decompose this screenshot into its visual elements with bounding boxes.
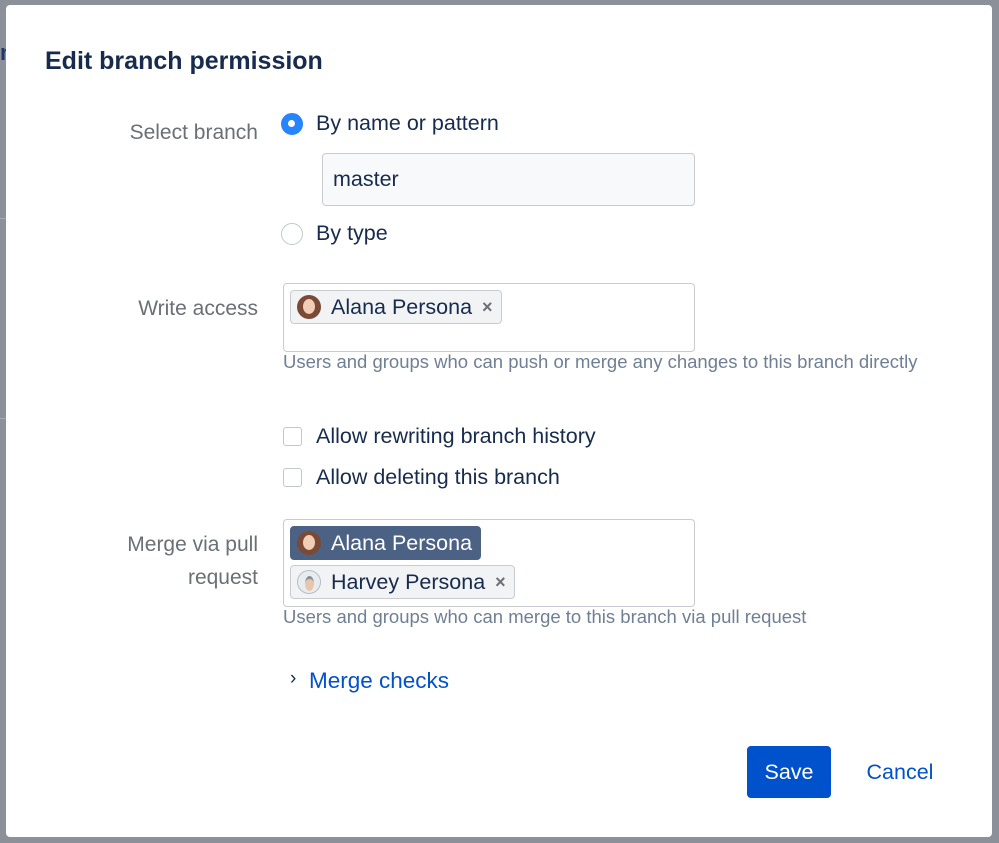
write-access-label: Write access bbox=[138, 297, 258, 320]
merge-via-pr-user-picker[interactable]: Alana Persona Harvey Persona × bbox=[283, 519, 695, 607]
allow-rewriting-label[interactable]: Allow rewriting branch history bbox=[316, 424, 596, 449]
edit-branch-permission-dialog: Edit branch permission Select branch By … bbox=[6, 5, 992, 837]
write-access-user-picker[interactable]: Alana Persona × bbox=[283, 283, 695, 352]
radio-by-name-or-pattern[interactable] bbox=[281, 113, 303, 135]
chevron-right-icon[interactable]: › bbox=[290, 668, 296, 690]
alana-avatar-icon bbox=[297, 295, 321, 319]
user-chip-name: Alana Persona bbox=[331, 530, 473, 555]
save-button[interactable]: Save bbox=[747, 746, 831, 798]
user-chip-harvey[interactable]: Harvey Persona × bbox=[290, 565, 515, 599]
user-chip-alana-selected[interactable]: Alana Persona bbox=[290, 526, 482, 560]
allow-deleting-checkbox[interactable] bbox=[283, 468, 302, 487]
radio-by-type-label[interactable]: By type bbox=[316, 221, 388, 246]
allow-deleting-label[interactable]: Allow deleting this branch bbox=[316, 465, 560, 490]
write-access-help-text: Users and groups who can push or merge a… bbox=[283, 351, 918, 372]
select-branch-label: Select branch bbox=[129, 121, 258, 144]
allow-rewriting-checkbox[interactable] bbox=[283, 427, 302, 446]
dialog-title: Edit branch permission bbox=[45, 47, 323, 75]
alana-avatar-icon bbox=[297, 531, 321, 555]
user-chip-name: Alana Persona bbox=[331, 294, 473, 319]
radio-by-type[interactable] bbox=[281, 223, 303, 245]
merge-checks-link[interactable]: Merge checks bbox=[309, 668, 449, 694]
branch-pattern-input[interactable] bbox=[322, 153, 695, 206]
remove-user-icon[interactable]: × bbox=[495, 572, 506, 593]
merge-via-pr-label: Merge via pull request bbox=[127, 533, 258, 589]
remove-user-icon[interactable]: × bbox=[482, 297, 493, 318]
cancel-button[interactable]: Cancel bbox=[849, 746, 951, 798]
merge-via-pr-help-text: Users and groups who can merge to this b… bbox=[283, 606, 807, 627]
harvey-avatar-icon bbox=[297, 570, 321, 594]
radio-by-name-or-pattern-label[interactable]: By name or pattern bbox=[316, 111, 499, 136]
user-chip-name: Harvey Persona bbox=[331, 569, 486, 594]
user-chip-alana[interactable]: Alana Persona × bbox=[290, 290, 502, 324]
